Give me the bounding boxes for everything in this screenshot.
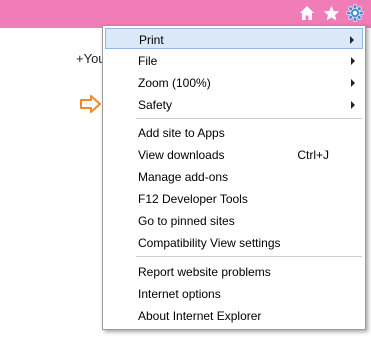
menu-item-compatibility-view-settings[interactable]: Compatibility View settings <box>105 232 363 253</box>
menu-item-shortcut: Ctrl+J <box>297 148 329 162</box>
menu-separator <box>136 256 362 257</box>
submenu-arrow-icon <box>351 79 355 87</box>
menu-item-label: Internet options <box>138 287 221 301</box>
menu-item-manage-add-ons[interactable]: Manage add-ons <box>105 166 363 187</box>
menu-item-label: F12 Developer Tools <box>138 192 248 206</box>
menu-item-zoom[interactable]: Zoom (100%) <box>105 72 363 93</box>
arrow-right-icon <box>79 94 103 114</box>
menu-item-file[interactable]: File <box>105 50 363 71</box>
menu-item-f12-developer-tools[interactable]: F12 Developer Tools <box>105 188 363 209</box>
menu-item-internet-options[interactable]: Internet options <box>105 283 363 304</box>
submenu-arrow-icon <box>350 36 354 44</box>
menu-item-label: Go to pinned sites <box>138 214 235 228</box>
menu-item-label: Add site to Apps <box>138 126 225 140</box>
menu-item-label: Manage add-ons <box>138 170 229 184</box>
menu-item-view-downloads[interactable]: View downloads Ctrl+J <box>105 144 363 165</box>
browser-command-bar <box>0 0 371 28</box>
menu-item-label: File <box>138 54 158 68</box>
menu-item-about-internet-explorer[interactable]: About Internet Explorer <box>105 305 363 326</box>
submenu-arrow-icon <box>351 57 355 65</box>
menu-item-add-site-to-apps[interactable]: Add site to Apps <box>105 122 363 143</box>
home-icon[interactable] <box>298 4 316 22</box>
menu-item-label: Safety <box>138 98 173 112</box>
menu-item-report-website-problems[interactable]: Report website problems <box>105 261 363 282</box>
favorites-star-icon[interactable] <box>322 4 340 22</box>
menu-item-label: View downloads <box>138 148 225 162</box>
menu-item-safety[interactable]: Safety <box>105 94 363 115</box>
menu-item-go-to-pinned-sites[interactable]: Go to pinned sites <box>105 210 363 231</box>
menu-item-label: Report website problems <box>138 265 271 279</box>
menu-separator <box>136 118 362 119</box>
menu-item-label: Compatibility View settings <box>138 236 281 250</box>
menu-item-label: Zoom (100%) <box>138 76 211 90</box>
menu-item-print[interactable]: Print <box>105 28 363 49</box>
submenu-arrow-icon <box>351 101 355 109</box>
menu-item-label: About Internet Explorer <box>138 309 262 323</box>
tools-menu: Print File Zoom (100%) Safety Add site t… <box>102 25 366 330</box>
tools-gear-icon[interactable] <box>346 4 364 22</box>
menu-item-label: Print <box>139 33 164 47</box>
